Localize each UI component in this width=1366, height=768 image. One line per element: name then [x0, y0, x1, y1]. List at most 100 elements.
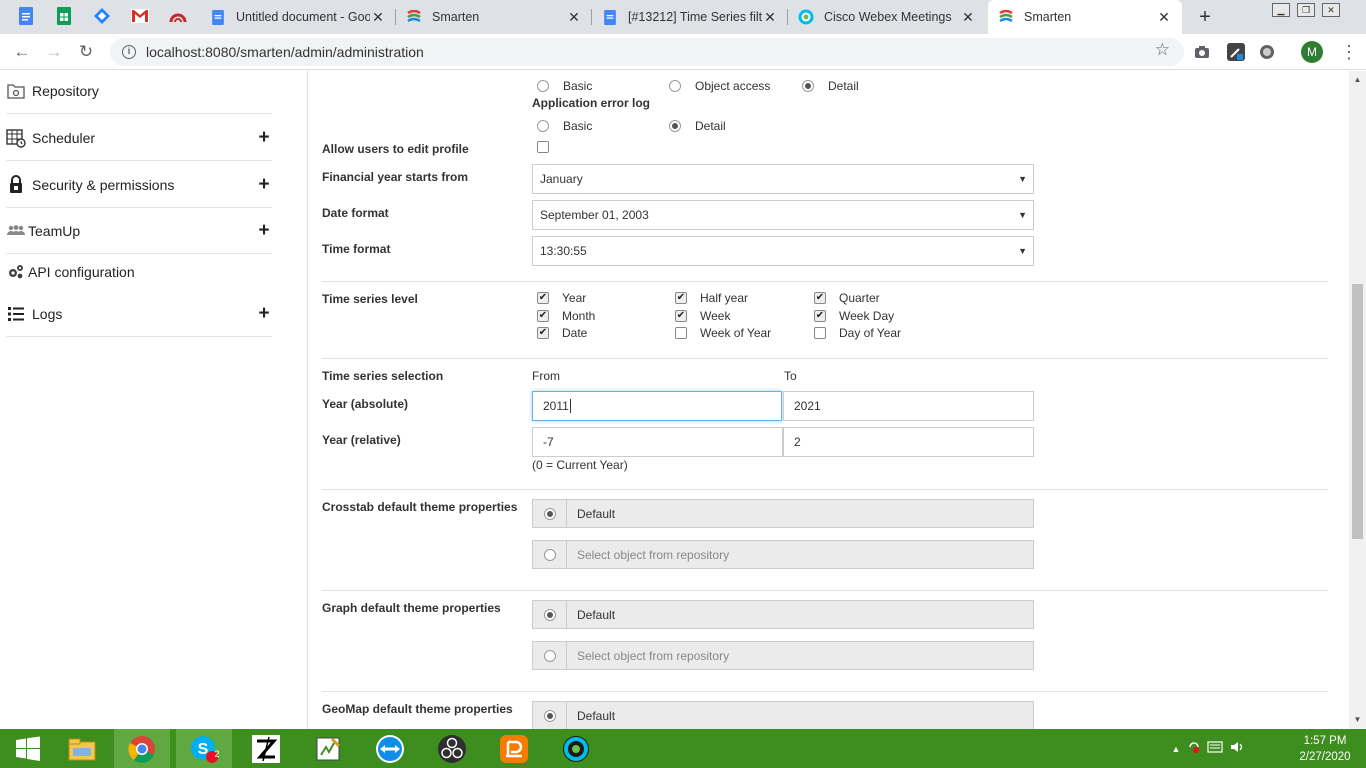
bookmark-star-icon[interactable]: ☆	[1155, 40, 1170, 60]
radio-button[interactable]	[669, 80, 681, 92]
year-absolute-from-input[interactable]: 2011	[532, 391, 782, 421]
graph-theme-default-option[interactable]: Default	[532, 600, 1034, 629]
expand-plus-icon[interactable]: +	[256, 220, 272, 242]
date-format-select[interactable]: September 01, 2003 ▼	[532, 200, 1034, 230]
financial-year-select[interactable]: January ▼	[532, 164, 1034, 194]
google-docs-icon[interactable]	[16, 6, 36, 26]
close-tab-icon[interactable]: ✕	[762, 9, 778, 26]
google-sheets-icon[interactable]	[54, 6, 74, 26]
tab-untitled-document[interactable]: Untitled document - Goo ✕	[200, 0, 396, 34]
profile-avatar[interactable]: M	[1301, 41, 1323, 63]
ts-level-half-year-checkbox[interactable]: ✔ Half year	[675, 291, 748, 305]
allow-edit-profile-checkbox[interactable]	[537, 141, 549, 153]
year-relative-to-input[interactable]: 2	[783, 427, 1034, 457]
info-icon[interactable]: i	[122, 45, 136, 59]
ts-level-week-of-year-checkbox[interactable]: Week of Year	[675, 326, 771, 340]
network-sync-icon[interactable]	[1184, 740, 1204, 757]
crosstab-theme-repository-option[interactable]: Select object from repository	[532, 540, 1034, 569]
reload-icon[interactable]: ↻	[74, 40, 98, 64]
radio-button[interactable]	[543, 507, 556, 520]
expand-plus-icon[interactable]: +	[256, 303, 272, 325]
year-relative-from-input[interactable]: -7	[532, 427, 783, 457]
windows-start-icon[interactable]	[0, 729, 56, 768]
speaker-icon[interactable]	[1226, 740, 1248, 757]
audit-log-detail-radio[interactable]: Detail	[802, 79, 859, 93]
close-tab-icon[interactable]: ✕	[960, 9, 976, 26]
url-bar[interactable]: i localhost:8080/smarten/admin/administr…	[110, 38, 1184, 66]
forward-arrow-icon[interactable]: →	[42, 40, 66, 64]
tab-cisco-webex[interactable]: Cisco Webex Meetings ✕	[788, 0, 986, 34]
slides-icon[interactable]	[486, 729, 542, 768]
scroll-up-arrow-icon[interactable]: ▲	[1349, 73, 1366, 87]
radio-button[interactable]	[537, 120, 549, 132]
tab-smarten-1[interactable]: Smarten ✕	[396, 0, 592, 34]
graph-theme-repository-option[interactable]: Select object from repository	[532, 641, 1034, 670]
teamviewer-icon[interactable]	[362, 729, 418, 768]
ts-level-month-checkbox[interactable]: ✔ Month	[537, 309, 595, 323]
radio-button[interactable]	[669, 120, 681, 132]
ts-level-day-of-year-checkbox[interactable]: Day of Year	[814, 326, 901, 340]
from-label: From	[532, 369, 560, 383]
smarten-red-icon[interactable]	[168, 6, 188, 26]
ts-level-week-day-checkbox[interactable]: ✔ Week Day	[814, 309, 894, 323]
radio-button[interactable]	[802, 80, 814, 92]
audit-log-object-access-radio[interactable]: Object access	[669, 79, 770, 93]
vertical-scrollbar[interactable]: ▲ ▼	[1349, 71, 1366, 729]
close-window-icon[interactable]: ✕	[1322, 3, 1340, 17]
error-log-detail-radio[interactable]: Detail	[669, 119, 726, 133]
radio-button[interactable]	[543, 608, 556, 621]
radio-button[interactable]	[543, 548, 556, 561]
taskbar-clock[interactable]: 1:57 PM 2/27/2020	[1296, 733, 1354, 765]
ts-level-date-checkbox[interactable]: ✔ Date	[537, 326, 587, 340]
sidebar-item-teamup[interactable]: TeamUp +	[6, 208, 272, 254]
crosstab-theme-default-option[interactable]: Default	[532, 499, 1034, 528]
extension-circle-icon[interactable]	[1257, 42, 1277, 62]
sidebar-item-repository[interactable]: Repository	[6, 71, 272, 114]
new-tab-button[interactable]: +	[1194, 6, 1216, 28]
close-tab-icon[interactable]: ✕	[566, 9, 582, 26]
skype-icon[interactable]: S 2	[176, 729, 232, 768]
obs-icon[interactable]	[424, 729, 480, 768]
sidebar-item-api-configuration[interactable]: API configuration	[6, 249, 272, 295]
jira-icon[interactable]	[92, 6, 112, 26]
sidebar-item-scheduler[interactable]: Scheduler +	[6, 115, 272, 161]
scrollbar-thumb[interactable]	[1352, 284, 1363, 539]
app-z-icon[interactable]	[238, 729, 294, 768]
time-series-level-label: Time series level	[322, 292, 418, 306]
keyboard-icon[interactable]	[1204, 740, 1226, 757]
more-menu-icon[interactable]: ⋮	[1340, 40, 1358, 64]
editor-icon[interactable]	[300, 729, 356, 768]
radio-button[interactable]	[537, 80, 549, 92]
ts-level-week-checkbox[interactable]: ✔ Week	[675, 309, 730, 323]
gmail-icon[interactable]	[130, 6, 150, 26]
tab-time-series-filter[interactable]: [#13212] Time Series filte ✕	[592, 0, 788, 34]
clock-time: 1:57 PM	[1303, 735, 1347, 747]
close-tab-icon[interactable]: ✕	[370, 9, 386, 26]
radio-button[interactable]	[543, 709, 556, 722]
file-explorer-icon[interactable]	[54, 729, 110, 768]
sidebar-item-security[interactable]: Security & permissions +	[6, 162, 272, 208]
tab-smarten-active[interactable]: Smarten ✕	[988, 0, 1182, 34]
close-tab-icon[interactable]: ✕	[1156, 9, 1172, 26]
geomap-theme-default-option[interactable]: Default	[532, 701, 1034, 729]
error-log-basic-radio[interactable]: Basic	[537, 119, 592, 133]
minimize-icon[interactable]: ▁	[1272, 3, 1290, 17]
webex-icon[interactable]	[548, 729, 604, 768]
sidebar-item-logs[interactable]: Logs +	[6, 291, 272, 337]
restore-icon[interactable]: ❐	[1297, 3, 1315, 17]
dropdown-arrow-icon: ▼	[1018, 246, 1027, 256]
radio-button[interactable]	[543, 649, 556, 662]
eyedropper-extension-icon[interactable]	[1226, 42, 1246, 62]
camera-icon[interactable]	[1192, 42, 1212, 62]
chevron-up-icon[interactable]: ▲	[1168, 744, 1184, 754]
ts-level-year-checkbox[interactable]: ✔ Year	[537, 291, 586, 305]
chrome-icon[interactable]	[114, 729, 170, 768]
year-absolute-to-input[interactable]: 2021	[783, 391, 1034, 421]
expand-plus-icon[interactable]: +	[256, 174, 272, 196]
ts-level-quarter-checkbox[interactable]: ✔ Quarter	[814, 291, 880, 305]
scroll-down-arrow-icon[interactable]: ▼	[1349, 713, 1366, 727]
back-arrow-icon[interactable]: ←	[10, 40, 34, 64]
audit-log-basic-radio[interactable]: Basic	[537, 79, 592, 93]
time-format-select[interactable]: 13:30:55 ▼	[532, 236, 1034, 266]
expand-plus-icon[interactable]: +	[256, 127, 272, 149]
